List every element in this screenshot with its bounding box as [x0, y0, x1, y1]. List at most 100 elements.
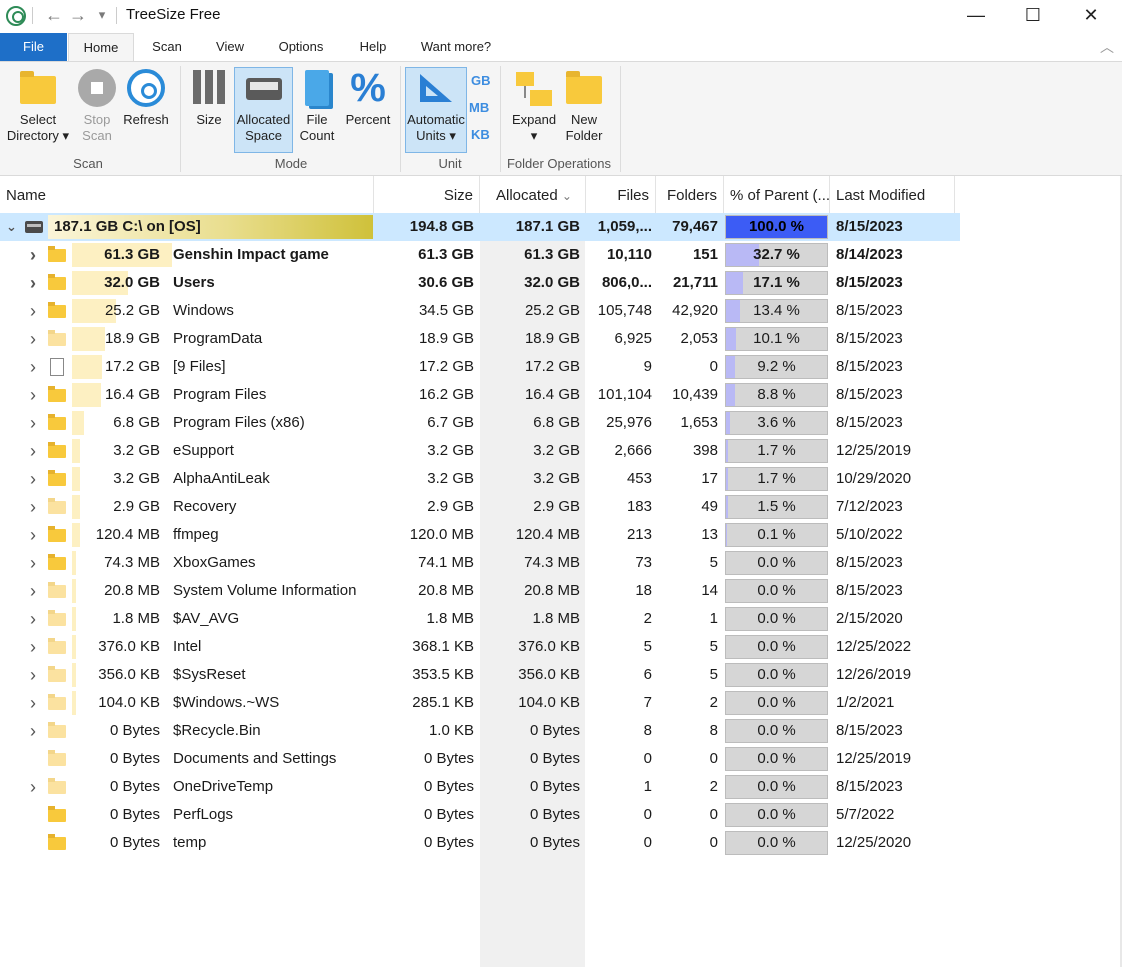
tree-row[interactable]: 0 Bytes Documents and Settings 0 Bytes 0 By…	[0, 745, 960, 773]
allocated-space-button[interactable]: Allocated Space	[234, 67, 293, 153]
expand-chevron-icon[interactable]: ›	[30, 605, 36, 633]
forward-arrow-icon[interactable]: →	[66, 4, 90, 26]
column-header-allocated[interactable]: Allocated ⌄	[480, 176, 586, 213]
expand-chevron-icon[interactable]: ›	[30, 717, 36, 745]
size-mode-button[interactable]: Size	[187, 68, 231, 128]
row-files: 101,104	[597, 386, 652, 403]
tree-row[interactable]: › 0 Bytes $Recycle.Bin 1.0 KB 0 Bytes 8 8 8/15/…	[0, 717, 960, 745]
column-header-percent-of-parent[interactable]: % of Parent (...	[724, 176, 830, 213]
expand-chevron-icon[interactable]: ›	[30, 773, 36, 801]
tree-row[interactable]: › 18.9 GB ProgramData 18.9 GB 18.9 GB 6,925 2,…	[0, 325, 960, 353]
row-files: 453	[626, 470, 652, 487]
expand-chevron-icon[interactable]: ›	[30, 633, 36, 661]
row-files: 213	[626, 526, 652, 543]
tree-row[interactable]: › 104.0 KB $Windows.~WS 285.1 KB 104.0 KB 7 2 1…	[0, 689, 960, 717]
row-allocated-label: 17.2 GB	[104, 358, 160, 375]
expand-chevron-icon[interactable]: ›	[30, 381, 36, 409]
percent-of-parent-bar: 1.7 %	[725, 467, 828, 491]
tree-row[interactable]: › 356.0 KB $SysReset 353.5 KB 356.0 KB 6 5 12/2…	[0, 661, 960, 689]
row-name: $Recycle.Bin	[173, 722, 261, 739]
quick-access-dropdown-icon[interactable]: ▾	[90, 4, 114, 26]
percent-of-parent-bar: 0.0 %	[725, 635, 828, 659]
file-count-button[interactable]: File Count	[296, 68, 338, 144]
column-header-last-modified[interactable]: Last Modified	[830, 176, 955, 213]
tree-row[interactable]: › 32.0 GB Users 30.6 GB 32.0 GB 806,0... 21,71…	[0, 269, 960, 297]
expand-button[interactable]: Expand ▾	[508, 68, 560, 144]
tree-row[interactable]: › 61.3 GB Genshin Impact game 61.3 GB 61.3 G…	[0, 241, 960, 269]
expand-chevron-icon[interactable]: ›	[30, 493, 36, 521]
tree-row[interactable]: 0 Bytes temp 0 Bytes 0 Bytes 0 0 12/25/2020 0.0…	[0, 829, 960, 857]
tab-view[interactable]: View	[202, 33, 258, 61]
tree-row[interactable]: 0 Bytes PerfLogs 0 Bytes 0 Bytes 0 0 5/7/2022 0…	[0, 801, 960, 829]
tab-file[interactable]: File	[0, 33, 67, 61]
title-separator	[116, 7, 117, 24]
percent-of-parent-bar: 10.1 %	[725, 327, 828, 351]
row-last-modified: 8/15/2023	[836, 778, 903, 795]
tree-row[interactable]: › 6.8 GB Program Files (x86) 6.7 GB 6.8 GB 25…	[0, 409, 960, 437]
row-last-modified: 8/15/2023	[836, 274, 903, 291]
expand-chevron-icon[interactable]: ›	[30, 269, 36, 297]
tree-row[interactable]: › 25.2 GB Windows 34.5 GB 25.2 GB 105,748 42,9…	[0, 297, 960, 325]
column-header-files[interactable]: Files	[586, 176, 656, 213]
tree-row[interactable]: › 120.4 MB ffmpeg 120.0 MB 120.4 MB 213 13 5/10…	[0, 521, 960, 549]
expand-chevron-icon[interactable]: ›	[30, 689, 36, 717]
tree-root-row[interactable]: ⌄ 187.1 GB C:\ on [OS] 194.8 GB 187.1 GB…	[0, 213, 960, 241]
tree-row[interactable]: › 1.8 MB $AV_AVG 1.8 MB 1.8 MB 2 1 2/15/2020 0.0…	[0, 605, 960, 633]
row-size: 120.0 MB	[409, 526, 474, 543]
gb-unit-button[interactable]: GB	[471, 73, 491, 88]
percent-fill	[726, 328, 737, 350]
expand-chevron-icon[interactable]: ›	[30, 661, 36, 689]
tab-want-more[interactable]: Want more?	[410, 33, 502, 61]
column-header-folders[interactable]: Folders	[656, 176, 724, 213]
minimize-button[interactable]: —	[947, 0, 1005, 31]
tab-help[interactable]: Help	[346, 33, 400, 61]
expand-tree-icon	[514, 68, 554, 108]
folder-icon	[18, 68, 58, 108]
tree-row[interactable]: › 16.4 GB Program Files 16.2 GB 16.4 GB 101,1…	[0, 381, 960, 409]
tree-row[interactable]: › 74.3 MB XboxGames 74.1 MB 74.3 MB 73 5 8/15/2…	[0, 549, 960, 577]
percent-label: 0.0 %	[757, 694, 796, 711]
tree-row[interactable]: › 20.8 MB System Volume Information 20.8 MB…	[0, 577, 960, 605]
tab-scan[interactable]: Scan	[140, 33, 194, 61]
percent-button[interactable]: % Percent	[342, 68, 394, 128]
tree-row[interactable]: › 3.2 GB AlphaAntiLeak 3.2 GB 3.2 GB 453 17 10/…	[0, 465, 960, 493]
new-folder-label-2: Folder	[565, 128, 603, 143]
mb-unit-button[interactable]: MB	[469, 100, 489, 115]
tree-row[interactable]: › 17.2 GB [9 Files] 17.2 GB 17.2 GB 9 0 8/15/20…	[0, 353, 960, 381]
expand-chevron-icon[interactable]: ›	[30, 297, 36, 325]
file-count-label: File	[306, 112, 328, 127]
expand-label: Expand	[511, 112, 557, 127]
root-percent-label: 100.0 %	[748, 218, 805, 235]
close-button[interactable]: ✕	[1062, 0, 1120, 31]
column-header-name[interactable]: Name	[0, 176, 374, 213]
refresh-button[interactable]: Refresh	[122, 68, 170, 128]
back-arrow-icon[interactable]: ←	[42, 4, 66, 26]
row-name: ProgramData	[173, 330, 263, 347]
column-header-size[interactable]: Size	[374, 176, 480, 213]
expand-chevron-icon[interactable]: ›	[30, 577, 36, 605]
tree-row[interactable]: › 2.9 GB Recovery 2.9 GB 2.9 GB 183 49 7/12/202…	[0, 493, 960, 521]
new-folder-button[interactable]: New Folder	[562, 68, 606, 144]
tab-home[interactable]: Home	[68, 33, 134, 61]
expand-chevron-icon[interactable]: ›	[30, 465, 36, 493]
expand-chevron-icon[interactable]: ›	[30, 409, 36, 437]
maximize-button[interactable]: ☐	[1004, 0, 1062, 31]
expand-chevron-icon[interactable]: ›	[30, 353, 36, 381]
row-name: Program Files	[173, 386, 267, 403]
row-name: $SysReset	[173, 666, 246, 683]
collapse-chevron-icon[interactable]: ⌄	[6, 213, 17, 241]
tree-row[interactable]: › 376.0 KB Intel 368.1 KB 376.0 KB 5 5 12/25/20…	[0, 633, 960, 661]
expand-chevron-icon[interactable]: ›	[30, 437, 36, 465]
tab-options[interactable]: Options	[268, 33, 334, 61]
row-size: 0 Bytes	[423, 750, 474, 767]
expand-chevron-icon[interactable]: ›	[30, 549, 36, 577]
tree-row[interactable]: › 0 Bytes OneDriveTemp 0 Bytes 0 Bytes 1 2 8/15…	[0, 773, 960, 801]
expand-chevron-icon[interactable]: ›	[30, 325, 36, 353]
select-directory-button[interactable]: Select Directory ▾	[4, 68, 72, 144]
expand-chevron-icon[interactable]: ›	[30, 521, 36, 549]
kb-unit-button[interactable]: KB	[471, 127, 490, 142]
tree-row[interactable]: › 3.2 GB eSupport 3.2 GB 3.2 GB 2,666 398 12/25…	[0, 437, 960, 465]
expand-chevron-icon[interactable]: ›	[30, 241, 36, 269]
automatic-units-button[interactable]: Automatic Units ▾	[405, 67, 467, 153]
collapse-ribbon-icon[interactable]: ︿	[1100, 37, 1114, 57]
